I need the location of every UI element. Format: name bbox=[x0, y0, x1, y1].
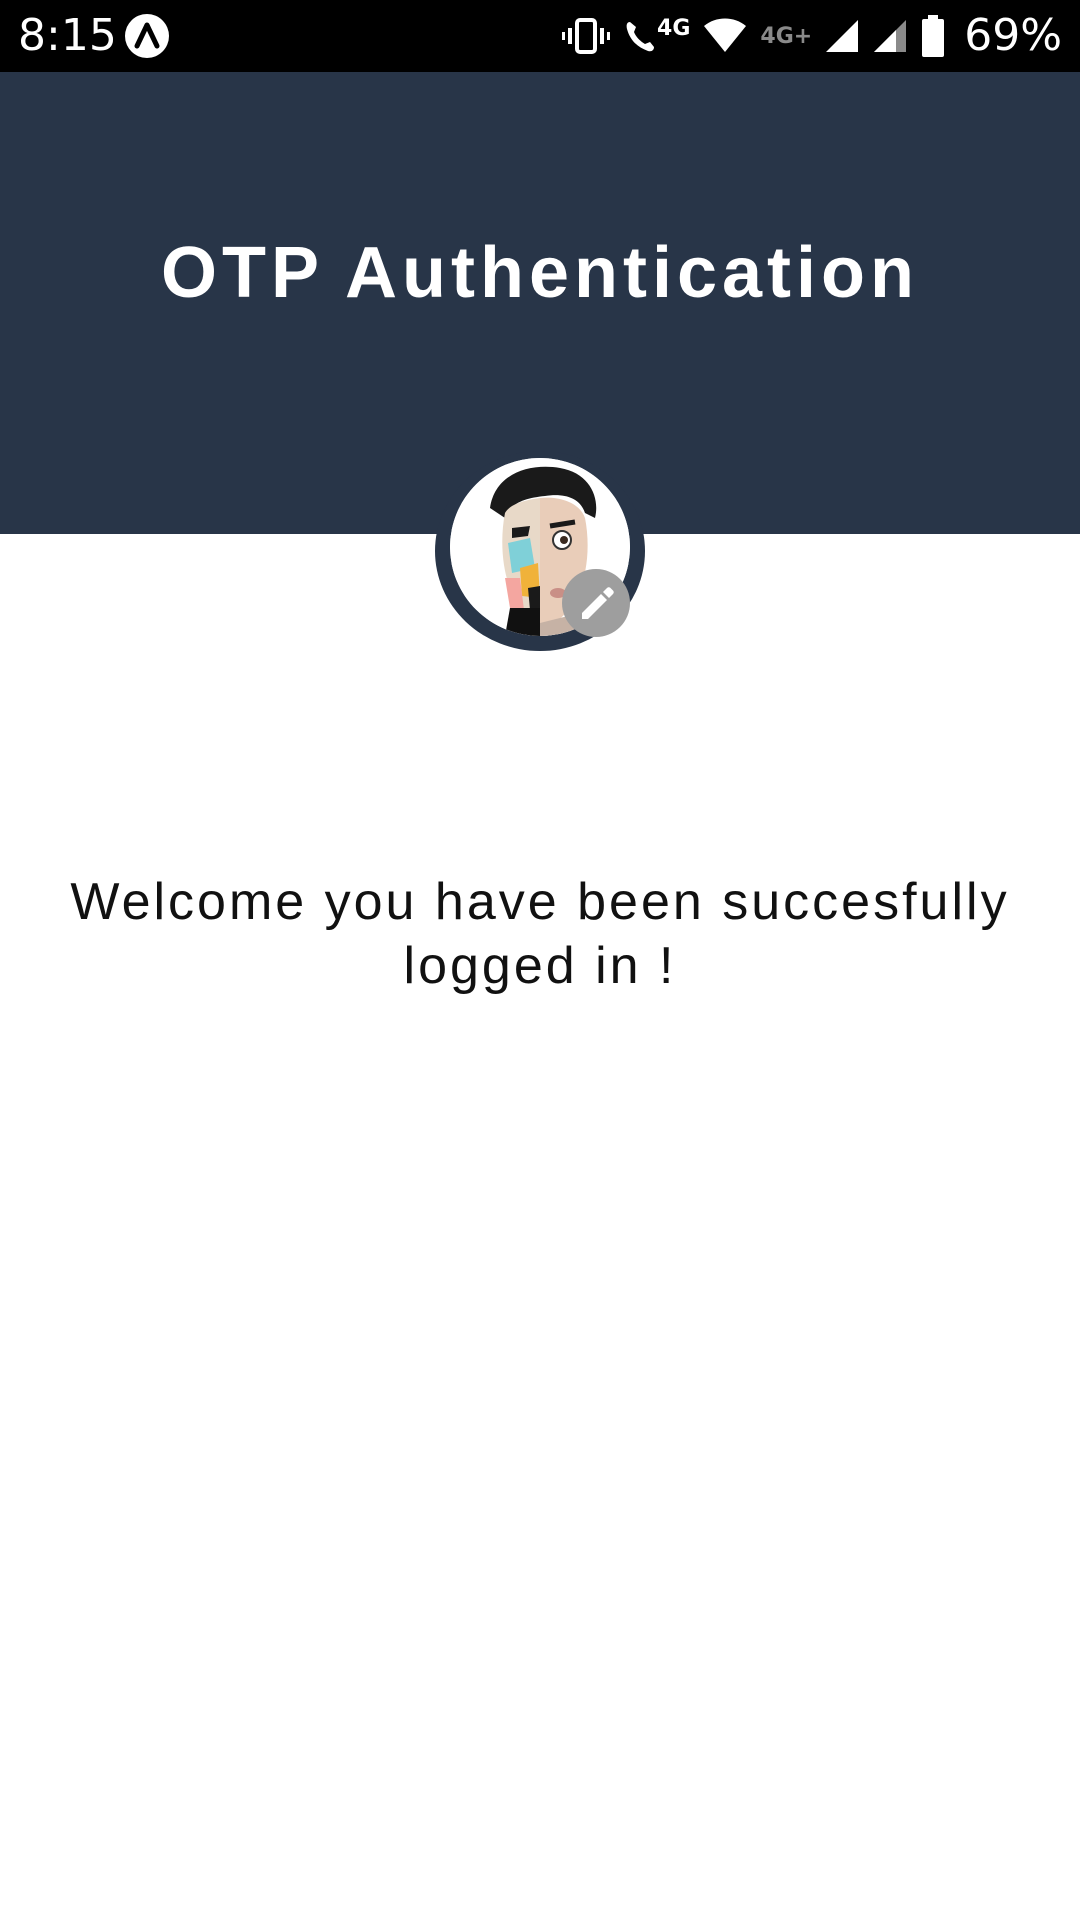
battery-percent: 69% bbox=[964, 10, 1062, 61]
data-network-label: 4G+ bbox=[760, 23, 813, 49]
vibrate-icon bbox=[562, 18, 611, 54]
welcome-line-2: logged in ! bbox=[403, 937, 677, 995]
volte-call-icon bbox=[626, 22, 655, 52]
welcome-message: Welcome you have been succesfully logged… bbox=[40, 870, 1040, 998]
call-network-label: 4G bbox=[657, 16, 691, 41]
battery-icon bbox=[922, 15, 945, 57]
arch-logo-icon bbox=[125, 14, 169, 58]
pencil-icon bbox=[582, 587, 614, 619]
volte-call: 4G bbox=[623, 16, 690, 56]
status-icons: 4G 4G+ 69% bbox=[549, 10, 1062, 62]
signal-icon bbox=[874, 20, 907, 52]
wifi-icon bbox=[704, 18, 747, 52]
signal-icon bbox=[826, 20, 859, 52]
edit-avatar-button[interactable] bbox=[562, 569, 630, 637]
page-title: OTP Authentication bbox=[160, 233, 919, 313]
welcome-line-1: Welcome you have been succesfully bbox=[70, 873, 1010, 931]
status-time: 8:15 bbox=[18, 10, 117, 61]
status-bar: 8:15 4G 4G+ 69% bbox=[0, 0, 1080, 72]
